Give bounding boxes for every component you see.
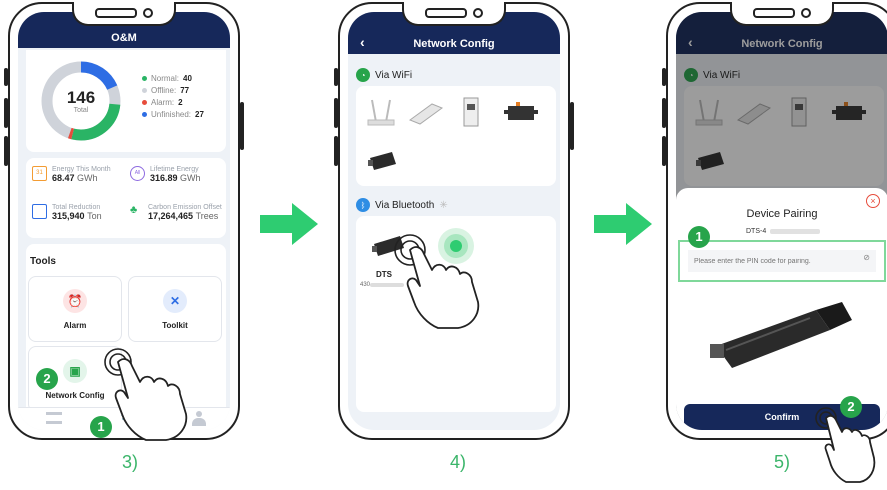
- reduction-icon: [32, 204, 47, 219]
- phone-button: [662, 68, 666, 86]
- router-icon: ▣: [63, 359, 87, 383]
- step-caption-5: 5): [773, 452, 790, 472]
- eye-hidden-icon[interactable]: ⊘: [863, 253, 870, 262]
- phone-button: [662, 136, 666, 166]
- phone-button: [4, 136, 8, 166]
- back-arrow-icon[interactable]: ‹: [360, 34, 365, 50]
- step-caption-4: 4): [449, 452, 466, 472]
- wifi-icon: ◔: [356, 68, 370, 82]
- phone-button: [334, 136, 338, 166]
- wifi-section-title: ◔ Via WiFi: [356, 68, 412, 82]
- gateway-device-icon[interactable]: [502, 98, 540, 128]
- wifi-devices-card: [356, 86, 556, 186]
- donut-total: 146: [66, 88, 96, 107]
- legend-offline: Offline: 77: [142, 84, 204, 96]
- tap-hand-icon: [394, 234, 480, 329]
- device-summary-card[interactable]: 146 Total Normal: 40 Offline: 77 Alarm: 2 U…: [26, 50, 226, 152]
- tap-hand-icon: [815, 407, 876, 483]
- phone-notch: [730, 2, 834, 26]
- phone-5: ‹ Network Config ◔ Via WiFi × Device Pai…: [662, 2, 887, 440]
- legend-normal: Normal: 40: [142, 72, 204, 84]
- din-meter-device-icon[interactable]: [456, 96, 486, 128]
- device-serial: 430: [360, 282, 371, 288]
- phone-notch: [402, 2, 506, 26]
- phone-button: [334, 68, 338, 86]
- dialog-title: Device Pairing: [746, 208, 818, 220]
- legend-alarm: Alarm: 2: [142, 96, 204, 108]
- phone-button: [662, 98, 666, 128]
- alarm-icon: ⏰: [63, 289, 87, 313]
- close-icon[interactable]: ×: [866, 194, 880, 208]
- toolkit-icon: ✕: [163, 289, 187, 313]
- status-legend: Normal: 40 Offline: 77 Alarm: 2 Unfinished:…: [142, 72, 204, 120]
- phone-button: [4, 68, 8, 86]
- list-icon[interactable]: [46, 412, 62, 424]
- stat-total-reduction: Total Reduction 315,940 Ton: [32, 204, 102, 221]
- pin-input-frame: ⊘: [678, 240, 886, 282]
- phone-button: [240, 102, 244, 150]
- screen-device-pairing: ‹ Network Config ◔ Via WiFi × Device Pai…: [676, 12, 887, 430]
- phone-notch: [72, 2, 176, 26]
- router-device-icon[interactable]: [364, 98, 398, 128]
- page-title: O&M: [111, 32, 137, 44]
- dtu-stick-device-icon[interactable]: [366, 148, 400, 172]
- phone-button: [4, 98, 8, 128]
- device-id: DTS-4: [746, 228, 767, 235]
- device-id-blur: [770, 229, 820, 234]
- energy-stats-card: 31 Energy This Month 68.47 GWh All Lifeti…: [26, 158, 226, 238]
- microinverter-device-icon[interactable]: [408, 98, 444, 128]
- alarm-tool-button[interactable]: ⏰ Alarm: [28, 276, 122, 342]
- stat-lifetime-energy: All Lifetime Energy 316.89 GWh: [130, 166, 201, 183]
- step-2-badge: 2: [36, 368, 58, 390]
- pin-code-input[interactable]: [688, 250, 876, 272]
- tap-hand-icon: [104, 348, 188, 441]
- next-step-arrow: [260, 203, 318, 245]
- stat-carbon-offset: ♣ Carbon Emission Offset 17,264,465 Trees: [130, 204, 222, 221]
- loading-spinner-icon: ✳: [439, 199, 448, 211]
- step-caption-3: 3): [121, 452, 138, 472]
- step-1-badge: 1: [688, 226, 710, 248]
- stat-energy-month: 31 Energy This Month 68.47 GWh: [32, 166, 111, 183]
- legend-unfinished: Unfinished: 27: [142, 108, 204, 120]
- all-energy-icon: All: [130, 166, 145, 181]
- phone-3: O&M 146 Total Normal: 40 Offline: 77 Alarm…: [4, 2, 244, 441]
- phone-button: [570, 102, 574, 150]
- phone-4: ‹ Network Config ◔ Via WiFi ᛒ Via Blueto…: [334, 2, 574, 440]
- dts-product-image: [710, 302, 852, 368]
- bluetooth-section-title: ᛒ Via Bluetooth ✳: [356, 198, 448, 212]
- calendar-icon: 31: [32, 166, 47, 181]
- bluetooth-icon: ᛒ: [356, 198, 370, 212]
- donut-total-label: Total: [73, 107, 89, 114]
- tools-title: Tools: [30, 256, 56, 267]
- tree-icon: ♣: [130, 204, 138, 216]
- toolkit-tool-button[interactable]: ✕ Toolkit: [128, 276, 222, 342]
- screen-network-config: ‹ Network Config ◔ Via WiFi ᛒ Via Blueto…: [348, 12, 560, 430]
- phone-button: [334, 98, 338, 128]
- pairing-sheet: × Device Pairing DTS-4 ⊘ Confirm: [676, 188, 887, 430]
- page-title: Network Config: [413, 38, 495, 50]
- next-step-arrow: [594, 203, 652, 245]
